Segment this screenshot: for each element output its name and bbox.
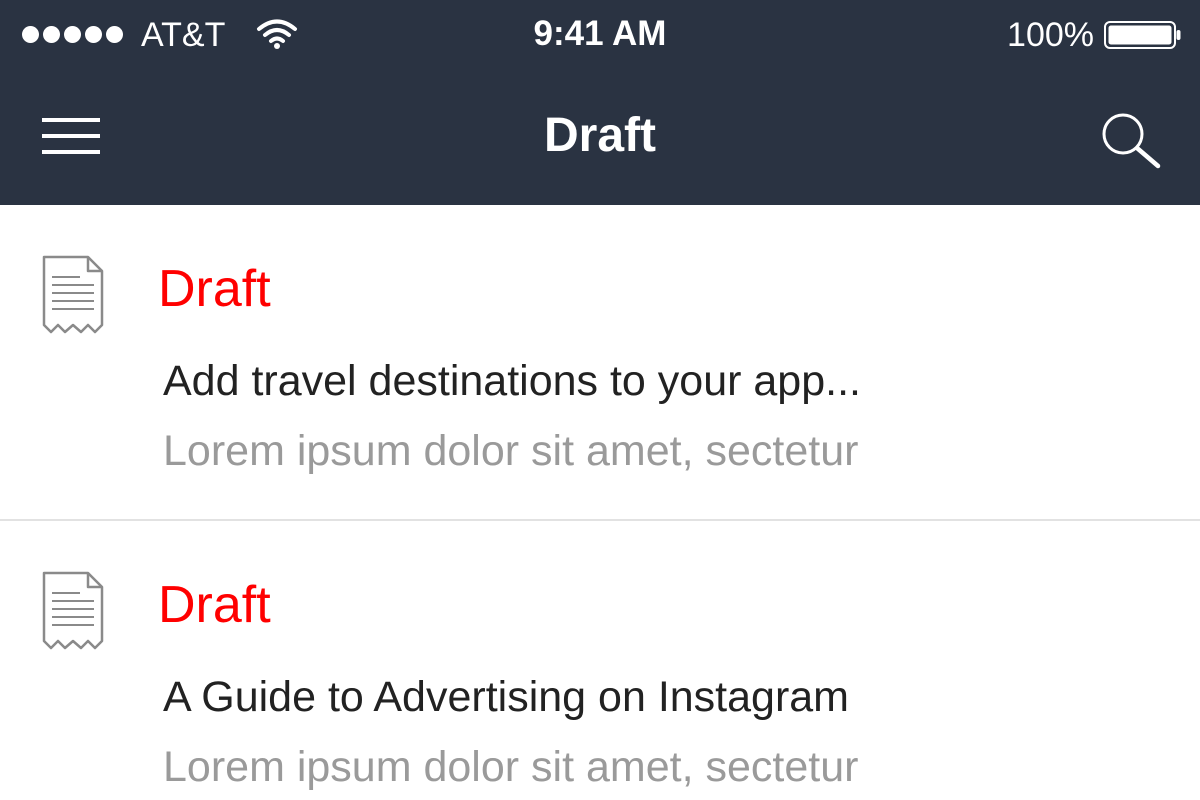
list-item[interactable]: Draft Add travel destinations to your ap… (0, 205, 1200, 521)
page-title: Draft (543, 109, 656, 162)
carrier-label: AT&T (141, 16, 226, 54)
draft-list: Draft Add travel destinations to your ap… (0, 205, 1200, 800)
list-item[interactable]: Draft A Guide to Advertising on Instagra… (0, 521, 1200, 800)
draft-status-label: Draft (158, 260, 271, 318)
draft-status-label: Draft (158, 576, 271, 634)
item-title: Add travel destinations to your app... (163, 357, 861, 405)
hamburger-menu-icon[interactable] (40, 115, 102, 159)
search-icon[interactable] (1098, 110, 1164, 170)
item-excerpt: Lorem ipsum dolor sit amet, sectetur (163, 427, 859, 475)
status-bar: AT&T 9:41 AM 100% (0, 0, 1200, 70)
item-title: A Guide to Advertising on Instagram (163, 673, 850, 721)
nav-bar: Draft (0, 70, 1200, 205)
document-icon (42, 571, 104, 650)
battery-full-icon (1104, 21, 1181, 49)
battery-percentage: 100% (1007, 16, 1094, 54)
signal-dots-icon (22, 26, 123, 43)
item-excerpt: Lorem ipsum dolor sit amet, sectetur (163, 743, 859, 791)
app-screen: AT&T 9:41 AM 100% Draft Draft Add travel… (0, 0, 1200, 800)
wifi-icon (257, 19, 297, 49)
document-icon (42, 255, 104, 334)
app-header: AT&T 9:41 AM 100% Draft (0, 0, 1200, 205)
